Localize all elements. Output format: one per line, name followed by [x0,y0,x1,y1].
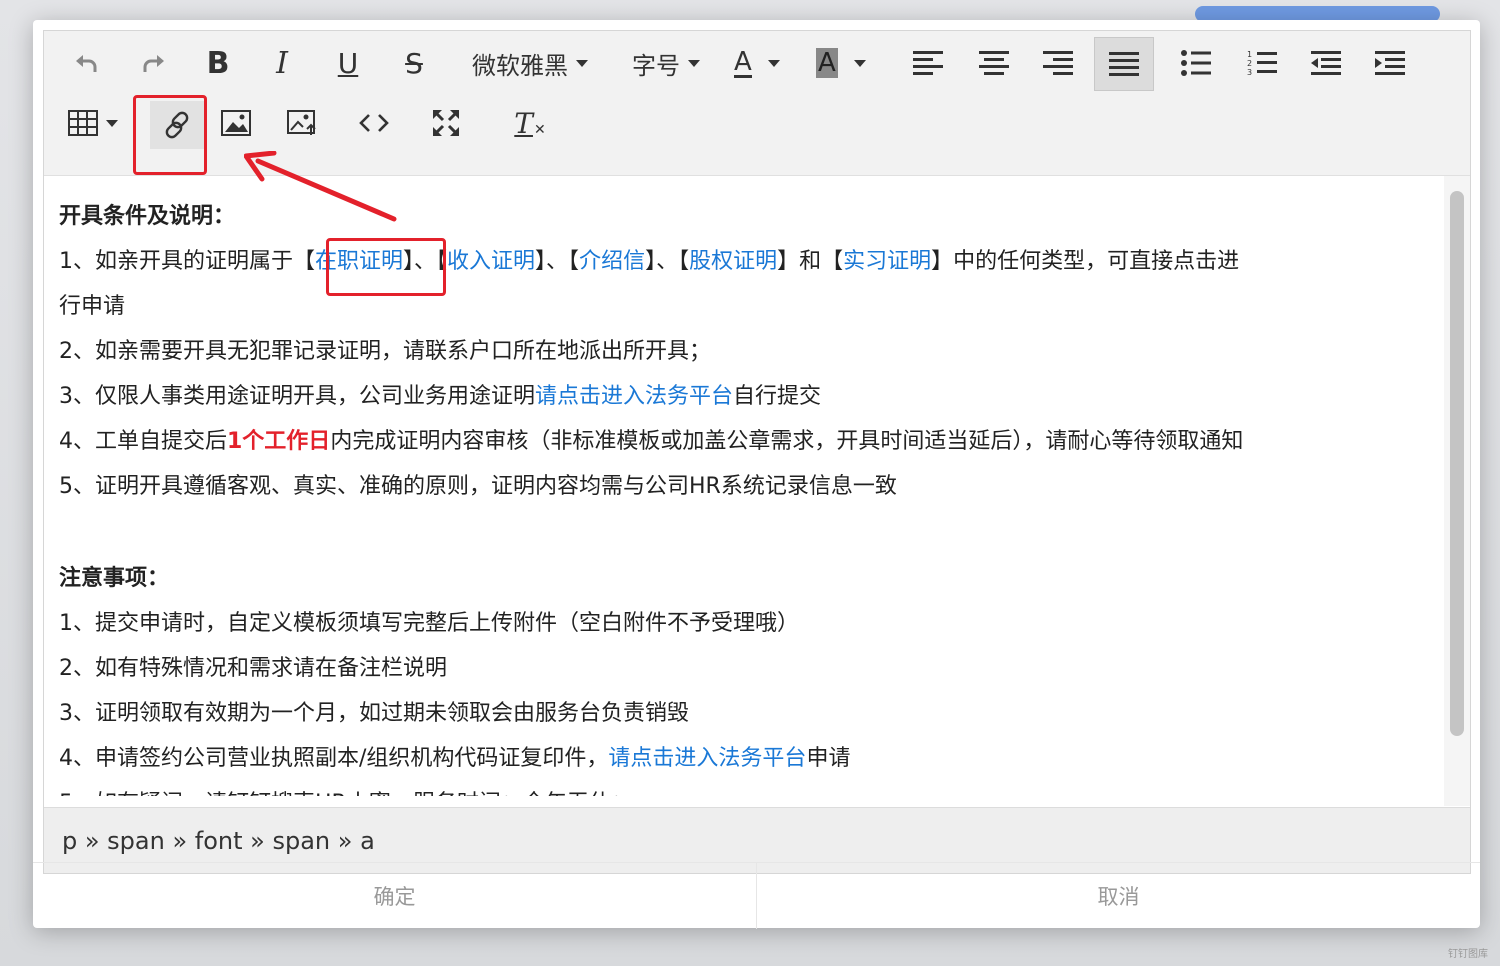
fullscreen-button[interactable] [424,101,468,145]
bullet-list-button[interactable] [1174,41,1218,85]
link-internship-cert[interactable]: 实习证明 [843,249,931,274]
font-size-dropdown[interactable]: 字号 [632,41,700,85]
strikethrough-button[interactable]: S [392,41,436,85]
numbered-list-icon: 123 [1247,50,1277,77]
align-left-button[interactable] [906,41,950,85]
insert-image-button[interactable] [214,101,258,145]
bold-button[interactable]: B [196,41,240,85]
font-family-value: 微软雅黑 [472,51,568,80]
rich-text-editor: B I U S 微软雅黑 字号 A A 1 2 3 T ✕ 开具条件及说明： 1… [43,30,1471,874]
link-introduction-letter[interactable]: 介绍信 [579,249,645,274]
confirm-button[interactable]: 确定 [33,863,756,929]
outdent-icon [1311,51,1341,75]
svg-text:2: 2 [1247,59,1252,68]
underline-button[interactable]: U [326,41,370,85]
content-line: 3、仅限人事类用途证明开具，公司业务用途证明请点击进入法务平台自行提交 [59,384,822,409]
highlight-text: 1个工作日 [227,429,331,454]
content-line: 4、工单自提交后1个工作日内完成证明内容审核（非标准模板或加盖公章需求，开具时间… [59,429,1244,454]
annotation-highlight-employment-cert [326,238,446,296]
font-family-dropdown[interactable]: 微软雅黑 [472,41,588,85]
bg-color-dropdown[interactable]: A [816,41,866,85]
code-icon [359,114,389,132]
content-line: 1、如亲开具的证明属于【在职证明】、【收入证明】、【介绍信】、【股权证明】和【实… [59,249,1240,274]
fullscreen-icon [433,110,459,136]
link-legal-platform[interactable]: 请点击进入法务平台 [535,384,733,409]
outdent-button[interactable] [1304,41,1348,85]
italic-button[interactable]: I [260,41,304,85]
bg-color-icon: A [816,48,838,78]
watermark: 钉钉图库 [1448,949,1488,960]
content-line: 3、证明领取有效期为一个月，如过期未领取会由服务台负责销毁 [59,701,689,726]
content-line: 行申请 [59,294,126,319]
clear-format-icon: T [514,106,533,140]
content-line: 1、提交申请时，自定义模板须填写完整后上传附件（空白附件不予受理哦） [59,611,799,636]
section-title-conditions: 开具条件及说明： [59,204,236,229]
chevron-down-icon [106,119,118,127]
indent-button[interactable] [1368,41,1412,85]
svg-text:3: 3 [1247,68,1252,77]
cancel-button[interactable]: 取消 [756,863,1480,929]
rich-text-dialog: B I U S 微软雅黑 字号 A A 1 2 3 T ✕ 开具条件及说明： 1… [33,20,1480,929]
undo-icon [76,55,97,72]
content-line: 2、如有特殊情况和需求请在备注栏说明 [59,656,447,681]
align-justify-icon [1109,52,1139,76]
redo-button[interactable] [132,41,176,85]
align-center-icon [979,51,1009,75]
content-line: 5、证明开具遵循客观、真实、准确的原则，证明内容均需与公司HR系统记录信息一致 [59,474,897,499]
redo-icon [143,55,164,72]
source-code-button[interactable] [352,101,396,145]
link-income-cert[interactable]: 收入证明 [447,249,535,274]
chevron-down-icon [853,59,866,67]
svg-text:1: 1 [1247,50,1252,59]
clear-x-icon: ✕ [533,122,546,138]
align-right-icon [1043,51,1073,75]
content-line: 5、如有疑问，请钉钉搜索HR小蜜，服务时间：全年无休； [59,781,633,796]
chevron-down-icon [688,59,700,67]
clear-format-button[interactable]: T ✕ [508,101,552,145]
align-center-button[interactable] [972,41,1016,85]
numbered-list-button[interactable]: 123 [1240,41,1284,85]
editor-content[interactable]: 开具条件及说明： 1、如亲开具的证明属于【在职证明】、【收入证明】、【介绍信】、… [44,176,1444,796]
align-right-button[interactable] [1036,41,1080,85]
text-color-icon: A [734,46,752,78]
dialog-footer: 确定 取消 [33,862,1480,929]
content-line: 4、申请签约公司营业执照副本/组织机构代码证复印件，请点击进入法务平台申请 [59,746,851,771]
font-size-value: 字号 [632,51,680,80]
bullet-list-icon [1181,50,1211,76]
text-color-dropdown[interactable]: A [734,41,780,85]
annotation-highlight-link [133,95,207,175]
chevron-down-icon [767,59,780,67]
link-legal-platform-2[interactable]: 请点击进入法务平台 [608,746,806,771]
image-upload-icon [287,110,316,135]
scrollbar-thumb[interactable] [1450,191,1464,736]
indent-icon [1375,51,1405,75]
align-justify-button[interactable] [1094,37,1154,91]
link-equity-cert[interactable]: 股权证明 [689,249,777,274]
undo-button[interactable] [64,41,108,85]
align-left-icon [913,51,943,75]
section-title-notes: 注意事项： [59,566,170,591]
table-icon [68,110,98,136]
table-dropdown[interactable] [68,101,118,145]
image-icon [221,110,251,136]
chevron-down-icon [576,59,588,67]
content-line: 2、如亲需要开具无犯罪记录证明，请联系户口所在地派出所开具； [59,339,711,364]
upload-image-button[interactable] [280,101,324,145]
